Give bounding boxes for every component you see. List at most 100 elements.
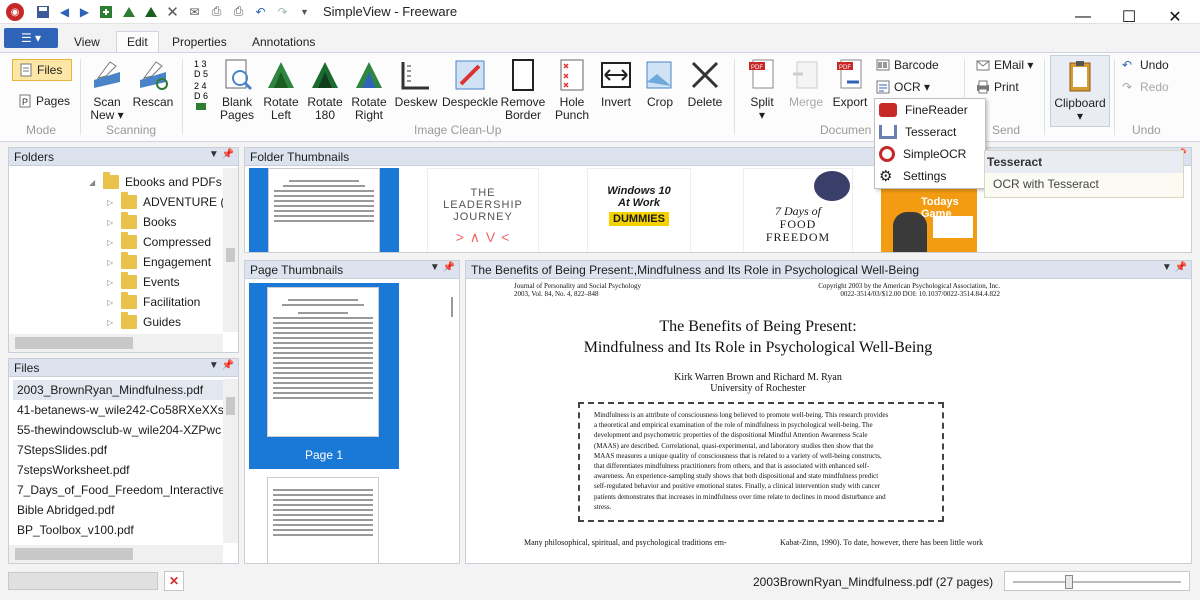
pin-icon[interactable]: ▼ 📌	[209, 360, 234, 371]
redo-icon[interactable]: ↷	[274, 3, 291, 20]
ribbon: Files P Pages Mode Scan New ▾ Rescan Sca…	[0, 52, 1200, 142]
menu-item-label: FineReader	[905, 103, 968, 117]
delete-icon	[688, 58, 722, 92]
folder-thumb-dummies[interactable]: Windows 10 At Work DUMMIES	[587, 168, 691, 252]
tab-edit[interactable]: Edit	[116, 31, 159, 52]
rotate-180-button[interactable]: Rotate 180	[306, 55, 344, 123]
paper-authors: Kirk Warren Brown and Richard M. Ryan Un…	[466, 372, 1050, 394]
split-button[interactable]: PDF Split ▾	[742, 55, 782, 123]
despeckle-button[interactable]: Despeckle	[442, 55, 498, 123]
folders-vscroll[interactable]	[223, 168, 238, 332]
customize-icon[interactable]: ▼	[296, 3, 313, 20]
file-item[interactable]: BP_Toolbox_v100.pdf	[13, 520, 223, 540]
barcode-label: Barcode	[894, 58, 939, 72]
tab-properties[interactable]: Properties	[162, 31, 237, 52]
folder-thumbnails-title: Folder Thumbnails	[250, 150, 350, 164]
zoom-slider[interactable]	[1004, 571, 1190, 591]
invert-button[interactable]: Invert	[598, 55, 634, 123]
folder-engagement[interactable]: ▷ Engagement	[89, 252, 233, 272]
remove-border-icon	[506, 58, 540, 92]
pin-icon[interactable]: ▼ 📌	[430, 262, 455, 273]
merge-icon	[789, 58, 823, 92]
export-icon[interactable]	[97, 3, 114, 20]
files-vscroll[interactable]	[223, 379, 238, 543]
folder-facilitation[interactable]: ▷ Facilitation	[89, 292, 233, 312]
files-hscroll[interactable]	[9, 545, 223, 563]
page-thumb-1[interactable]: Page 1	[249, 283, 399, 469]
file-item[interactable]: 7_Days_of_Food_Freedom_Interactive_	[13, 480, 232, 500]
slider-thumb[interactable]	[1064, 575, 1073, 589]
folder-events[interactable]: ▷ Events	[89, 272, 233, 292]
file-item[interactable]: Bible Abridged.pdf	[13, 500, 223, 520]
file-item[interactable]: 7stepsWorksheet.pdf	[13, 460, 223, 480]
ocr-menu-tesseract[interactable]: Tesseract	[875, 121, 985, 143]
folder-thumb-leadership[interactable]: THE LEADERSHIP JOURNEY > ∧ V <	[427, 168, 539, 252]
email-icon[interactable]: ✉	[186, 3, 203, 20]
barcode-button[interactable]: Barcode	[876, 55, 939, 75]
thumbnails-scroll-indicator[interactable]	[451, 297, 453, 317]
chevron-right-icon: ▷	[107, 217, 114, 227]
rescan-button[interactable]: Rescan	[132, 55, 174, 123]
folder-adventure[interactable]: ▷ ADVENTURE (H	[89, 192, 233, 212]
file-item[interactable]: 7StepsSlides.pdf	[13, 440, 223, 460]
clipboard-button[interactable]: Clipboard ▾	[1050, 55, 1110, 127]
page-thumb-2[interactable]	[267, 477, 379, 563]
remove-border-button[interactable]: Remove Border	[500, 55, 546, 123]
scan-new-button[interactable]: Scan New ▾	[88, 55, 126, 123]
cancel-icon[interactable]: ✕	[164, 571, 184, 591]
pin-icon[interactable]: ▼ 📌	[1162, 262, 1187, 273]
delete-icon[interactable]: ✕	[164, 3, 181, 21]
ocr-menu-settings[interactable]: ⚙ Settings	[875, 165, 985, 187]
print-button[interactable]: Print	[976, 77, 1019, 97]
pin-icon[interactable]: ▼ 📌	[209, 149, 234, 160]
menu-row: ☰ ▾ View Edit Properties Annotations	[0, 28, 1200, 52]
rotate-left-button[interactable]: Rotate Left	[262, 55, 300, 123]
file-item[interactable]: 55-thewindowsclub-w_wile204-XZPwc	[13, 420, 223, 440]
file-menu-button[interactable]: ☰ ▾	[4, 28, 58, 48]
back-icon[interactable]: ◀	[56, 3, 73, 20]
rotate-180-icon	[308, 58, 342, 92]
folder-thumb-food[interactable]: 7 Days of FOOD FREEDOM	[743, 168, 853, 252]
folder-compressed[interactable]: ▷ Compressed	[89, 232, 233, 252]
files-mode-button[interactable]: Files	[12, 59, 72, 81]
chevron-right-icon: ▷	[107, 297, 114, 307]
file-item[interactable]: 41-betanews-w_wile242-Co58RXeXXsX	[13, 400, 232, 420]
pages-label: Pages	[36, 94, 71, 108]
undo-icon: ↶	[1122, 58, 1133, 72]
undo-icon[interactable]: ↶	[252, 3, 269, 20]
file-item[interactable]: 2003_BrownRyan_Mindfulness.pdf	[13, 380, 223, 400]
app-logo-icon[interactable]: ◉	[6, 3, 24, 21]
email-button[interactable]: EMail ▾	[976, 55, 1033, 75]
folder-ebooks[interactable]: ◢ Ebooks and PDFs	[89, 172, 233, 192]
scan-icon[interactable]: ⎙	[208, 3, 225, 20]
export-button[interactable]: PDF Export	[830, 55, 870, 123]
deskew-button[interactable]: Deskew	[394, 55, 438, 123]
blank-pages-button[interactable]: Blank Pages	[218, 55, 256, 123]
undo-button[interactable]: ↶ Undo	[1122, 55, 1169, 75]
tab-view[interactable]: View	[64, 31, 110, 52]
forward-icon[interactable]: ▶	[76, 3, 93, 20]
folder-thumb-paper[interactable]	[249, 168, 399, 252]
folder-books[interactable]: ▷ Books	[89, 212, 233, 232]
rescan-icon[interactable]: ⎙	[230, 3, 247, 20]
delete-button[interactable]: Delete	[684, 55, 726, 123]
save-icon[interactable]	[34, 3, 51, 20]
page-order-icon[interactable]: 1 3D 5 2 4D 6	[192, 57, 212, 111]
folders-hscroll[interactable]	[9, 334, 223, 352]
folder-icon	[121, 192, 137, 209]
ocr-menu-simpleocr[interactable]: SimpleOCR	[875, 143, 985, 165]
folder-guides[interactable]: ▷ Guides	[89, 312, 233, 332]
pages-icon: P	[18, 94, 32, 108]
hole-punch-button[interactable]: Hole Punch	[552, 55, 592, 123]
crop-button[interactable]: Crop	[642, 55, 678, 123]
rescan-icon	[136, 58, 170, 92]
rotate-left-icon[interactable]	[120, 3, 137, 20]
files-panel: Files ▼ 📌 2003_BrownRyan_Mindfulness.pdf …	[8, 358, 239, 564]
rotate-right-button[interactable]: Rotate Right	[350, 55, 388, 123]
pages-mode-button[interactable]: P Pages	[18, 91, 70, 111]
ocr-menu-finereader[interactable]: FineReader	[875, 99, 985, 121]
rotate-right-icon[interactable]	[142, 3, 159, 20]
tab-annotations[interactable]: Annotations	[242, 31, 325, 52]
ocr-button[interactable]: OCR ▾	[876, 77, 930, 97]
folder-tree: ◢ Ebooks and PDFs ▷ ADVENTURE (H ▷ Books ▷ C…	[89, 172, 233, 332]
